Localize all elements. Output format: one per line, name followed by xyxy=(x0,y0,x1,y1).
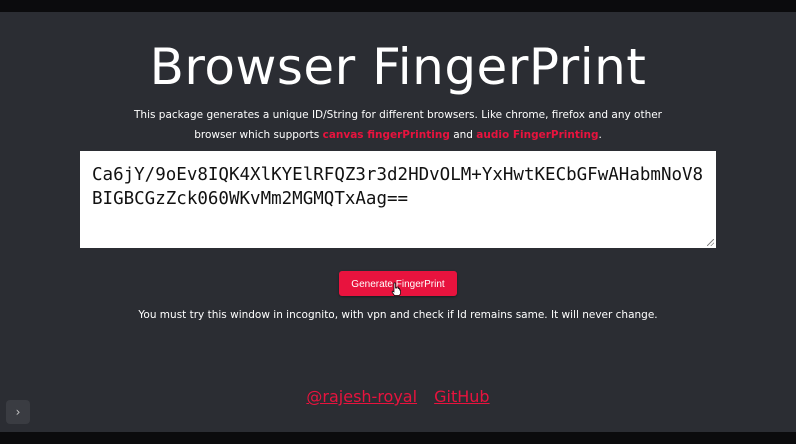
github-link[interactable]: GitHub xyxy=(434,387,489,406)
description-end: . xyxy=(598,129,602,141)
page-title: Browser FingerPrint xyxy=(149,38,647,96)
fingerprint-value: Ca6jY/9oEv8IQK4XlKYElRFQZ3r3d2HDvOLM+YxH… xyxy=(92,165,704,209)
footer-links: @rajesh-royal GitHub xyxy=(0,387,796,406)
resize-handle[interactable] xyxy=(707,239,714,246)
fingerprint-textarea[interactable]: Ca6jY/9oEv8IQK4XlKYElRFQZ3r3d2HDvOLM+YxH… xyxy=(80,151,716,248)
sidebar-toggle-button[interactable]: › xyxy=(6,400,30,424)
canvas-fingerprinting-link[interactable]: canvas fingerPrinting xyxy=(323,129,450,141)
app-screen: Browser FingerPrint This package generat… xyxy=(0,12,796,432)
author-link[interactable]: @rajesh-royal xyxy=(306,387,417,406)
description-and: and xyxy=(449,129,477,141)
description: This package generates a unique ID/Strin… xyxy=(120,105,676,145)
incognito-note: You must try this window in incognito, w… xyxy=(138,309,658,321)
chevron-right-icon: › xyxy=(15,405,21,419)
audio-fingerprinting-link[interactable]: audio FingerPrinting xyxy=(476,129,598,141)
hand-cursor-icon xyxy=(391,282,401,296)
